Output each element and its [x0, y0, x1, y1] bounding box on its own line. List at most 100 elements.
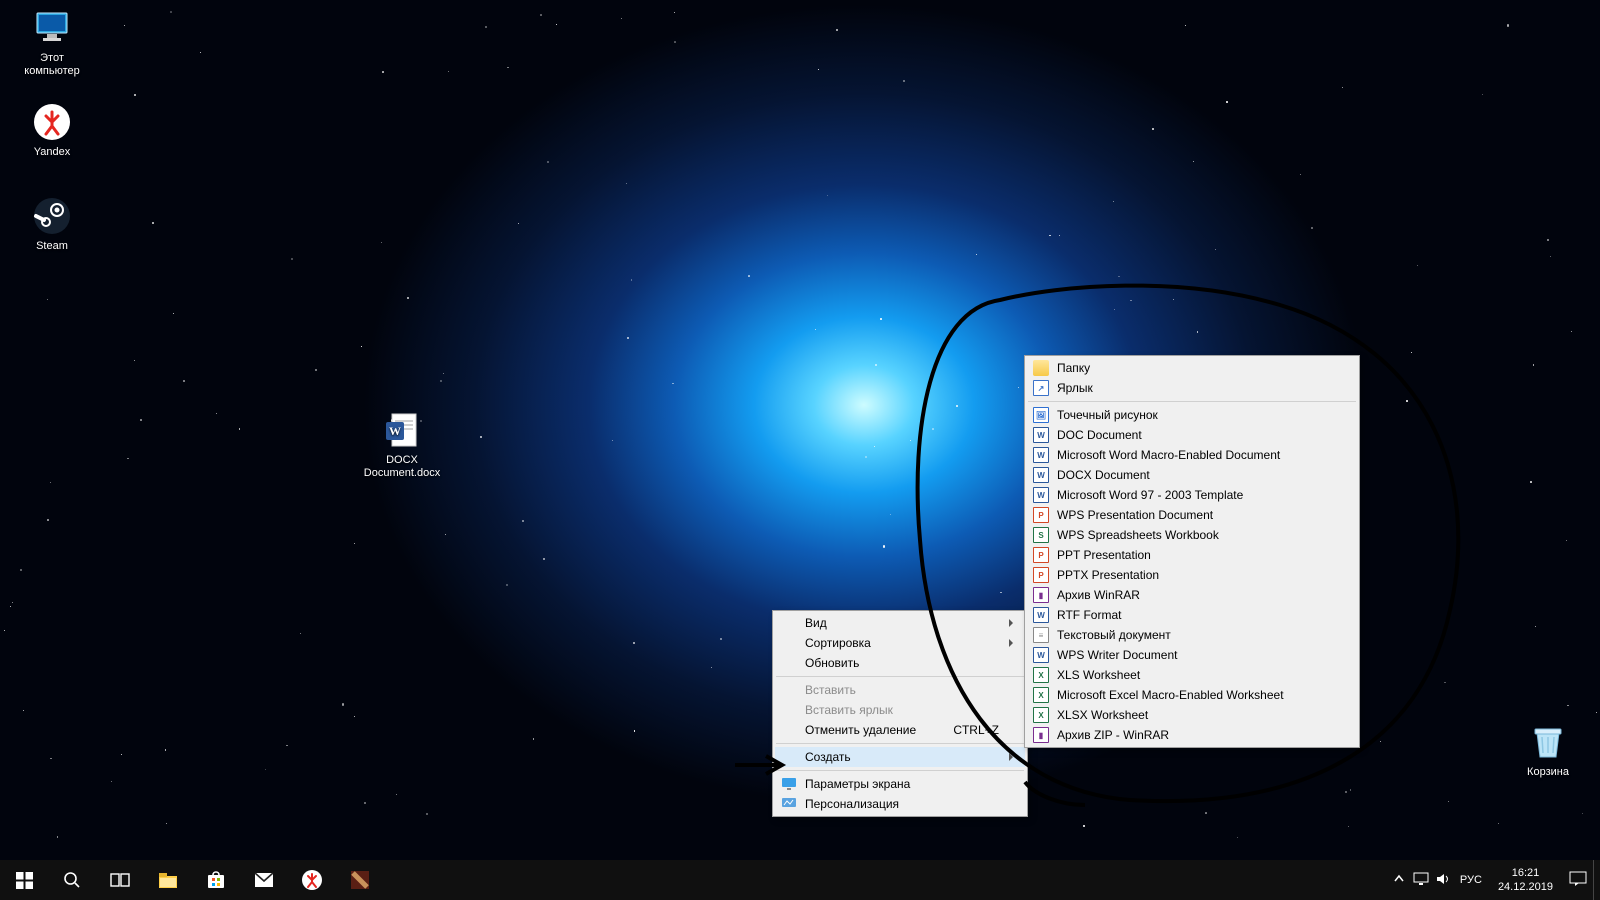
- desktop-icon-this-pc[interactable]: Этот компьютер: [12, 6, 92, 77]
- personalize-icon: [781, 796, 797, 812]
- xlsm-icon: X: [1033, 687, 1049, 703]
- desktop-icon-yandex[interactable]: Yandex: [12, 100, 92, 159]
- submenu-item[interactable]: W RTF Format: [1027, 605, 1357, 625]
- submenu-item[interactable]: ▮ Архив WinRAR: [1027, 585, 1357, 605]
- menu-label: Microsoft Word 97 - 2003 Template: [1057, 488, 1243, 502]
- rar-icon: ▮: [1033, 587, 1049, 603]
- menu-label: RTF Format: [1057, 608, 1121, 622]
- menu-item-undo-delete[interactable]: Отменить удаление CTRL+Z: [775, 720, 1025, 740]
- menu-label: Отменить удаление: [805, 723, 916, 737]
- taskbar-app-dota[interactable]: [336, 860, 384, 900]
- menu-label: Текстовый документ: [1057, 628, 1171, 642]
- doc-icon: W: [1033, 427, 1049, 443]
- menu-label: WPS Presentation Document: [1057, 508, 1213, 522]
- steam-icon: [30, 194, 74, 238]
- submenu-item[interactable]: WWPS Writer Document: [1027, 645, 1357, 665]
- menu-label: Точечный рисунок: [1057, 408, 1158, 422]
- desktop-icon-docx-file[interactable]: W DOCX Document.docx: [362, 408, 442, 479]
- submenu-item[interactable]: ≡ Текстовый документ: [1027, 625, 1357, 645]
- menu-separator: [776, 743, 1024, 744]
- tray-overflow-icon[interactable]: [1388, 874, 1410, 887]
- word-doc-icon: W: [380, 408, 424, 452]
- shortcut-icon: ↗: [1033, 380, 1049, 396]
- menu-label: Сортировка: [805, 636, 871, 650]
- submenu-item[interactable]: ↗ Ярлык: [1027, 378, 1357, 398]
- tray-action-center-icon[interactable]: [1563, 871, 1593, 890]
- submenu-item[interactable]: SWPS Spreadsheets Workbook: [1027, 525, 1357, 545]
- menu-label: XLSX Worksheet: [1057, 708, 1148, 722]
- menu-item-display-settings[interactable]: Параметры экрана: [775, 774, 1025, 794]
- wpp-icon: P: [1033, 507, 1049, 523]
- menu-item-paste-shortcut: Вставить ярлык: [775, 700, 1025, 720]
- menu-item-personalize[interactable]: Персонализация: [775, 794, 1025, 814]
- wss-icon: S: [1033, 527, 1049, 543]
- pptx-icon: P: [1033, 567, 1049, 583]
- submenu-item[interactable]: P WPS Presentation Document: [1027, 505, 1357, 525]
- bmp-icon: 🖼: [1033, 407, 1049, 423]
- system-tray: РУС 16:21 24.12.2019: [1388, 860, 1600, 900]
- task-view-button[interactable]: [96, 860, 144, 900]
- svg-text:W: W: [389, 424, 401, 438]
- txt-icon: ≡: [1033, 627, 1049, 643]
- desktop-icon-recycle-bin[interactable]: Корзина: [1508, 720, 1588, 779]
- submenu-item[interactable]: P PPT Presentation: [1027, 545, 1357, 565]
- desktop-icon-label: Steam: [12, 240, 92, 253]
- desktop-icon-label: Корзина: [1508, 766, 1588, 779]
- menu-label: Архив ZIP - WinRAR: [1057, 728, 1169, 742]
- menu-label: Персонализация: [805, 797, 899, 811]
- taskbar-app-explorer[interactable]: [144, 860, 192, 900]
- taskbar-app-yandex[interactable]: [288, 860, 336, 900]
- ppt-icon: P: [1033, 547, 1049, 563]
- docm-icon: W: [1033, 447, 1049, 463]
- desktop-icon-steam[interactable]: Steam: [12, 194, 92, 253]
- clock-date: 24.12.2019: [1498, 880, 1553, 894]
- submenu-item[interactable]: X XLSX Worksheet: [1027, 705, 1357, 725]
- tray-volume-icon[interactable]: [1432, 872, 1454, 889]
- submenu-item[interactable]: ▮Архив ZIP - WinRAR: [1027, 725, 1357, 745]
- menu-item-view[interactable]: Вид: [775, 613, 1025, 633]
- xlsx-icon: X: [1033, 707, 1049, 723]
- menu-label: Архив WinRAR: [1057, 588, 1140, 602]
- menu-separator: [776, 770, 1024, 771]
- menu-item-create[interactable]: Создать: [775, 747, 1025, 767]
- menu-shortcut: CTRL+Z: [953, 723, 999, 737]
- search-button[interactable]: [48, 860, 96, 900]
- desktop-icon-label: Yandex: [12, 146, 92, 159]
- xls-icon: X: [1033, 667, 1049, 683]
- menu-label: Вид: [805, 616, 827, 630]
- taskbar-app-store[interactable]: [192, 860, 240, 900]
- monitor-icon: [30, 6, 74, 50]
- taskbar-app-mail[interactable]: [240, 860, 288, 900]
- submenu-item[interactable]: WDOCX Document: [1027, 465, 1357, 485]
- submenu-item[interactable]: W DOC Document: [1027, 425, 1357, 445]
- tray-language[interactable]: РУС: [1454, 874, 1488, 886]
- submenu-item[interactable]: W Microsoft Word Macro-Enabled Document: [1027, 445, 1357, 465]
- yandex-icon: [30, 100, 74, 144]
- folder-icon: [1033, 360, 1049, 376]
- desktop-icon-label: Этот компьютер: [12, 52, 92, 77]
- menu-label: DOC Document: [1057, 428, 1142, 442]
- show-desktop-button[interactable]: [1593, 860, 1600, 900]
- language-label: РУС: [1460, 874, 1482, 886]
- menu-label: PPT Presentation: [1057, 548, 1151, 562]
- rtf-icon: W: [1033, 607, 1049, 623]
- start-button[interactable]: [0, 860, 48, 900]
- submenu-item[interactable]: PPPTX Presentation: [1027, 565, 1357, 585]
- submenu-item[interactable]: 🖼 Точечный рисунок: [1027, 405, 1357, 425]
- dot-icon: W: [1033, 487, 1049, 503]
- create-submenu: Папку ↗ Ярлык 🖼 Точечный рисунок W DOC Documen…: [1024, 355, 1360, 748]
- menu-label: Вставить: [805, 683, 856, 697]
- tray-clock[interactable]: 16:21 24.12.2019: [1488, 866, 1563, 895]
- submenu-item[interactable]: W Microsoft Word 97 - 2003 Template: [1027, 485, 1357, 505]
- submenu-item[interactable]: Папку: [1027, 358, 1357, 378]
- menu-label: Microsoft Word Macro-Enabled Document: [1057, 448, 1280, 462]
- menu-item-refresh[interactable]: Обновить: [775, 653, 1025, 673]
- tray-display-icon[interactable]: [1410, 872, 1432, 889]
- menu-label: Ярлык: [1057, 381, 1093, 395]
- submenu-item[interactable]: XXLS Worksheet: [1027, 665, 1357, 685]
- menu-item-sort[interactable]: Сортировка: [775, 633, 1025, 653]
- clock-time: 16:21: [1498, 866, 1553, 880]
- menu-label: DOCX Document: [1057, 468, 1150, 482]
- submenu-item[interactable]: XMicrosoft Excel Macro-Enabled Worksheet: [1027, 685, 1357, 705]
- desktop-context-menu: Вид Сортировка Обновить Вставить Вставит…: [772, 610, 1028, 817]
